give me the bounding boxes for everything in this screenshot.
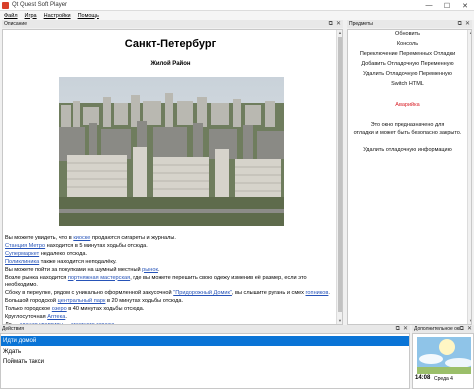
description-text-span: также находится неподалёку. <box>39 258 117 265</box>
description-text-span: продаются сигареты и журналы. <box>90 235 176 241</box>
description-text-span: в 40 минутах ходьбы отсюда. <box>66 306 145 313</box>
scroll-up-icon[interactable]: ▲ <box>468 30 471 36</box>
item-refresh[interactable]: Обновить <box>348 31 467 37</box>
description-text-span: . <box>157 266 160 273</box>
scrollbar-thumb[interactable] <box>338 37 342 312</box>
close-icon[interactable]: ✕ <box>336 20 341 28</box>
description-link[interactable]: Аптека <box>47 314 65 320</box>
action-catch-taxi[interactable]: Поймать такси <box>1 357 409 367</box>
description-pane-title: Описание <box>4 21 28 27</box>
items-scrollbar[interactable]: ▲ ▼ <box>467 30 471 324</box>
description-line: Вы можете увидеть, что в киоске продаютс… <box>5 235 335 243</box>
extra-pane-header: Дополнительное окно ⧉ ✕ <box>412 325 474 333</box>
menubar: Файл Игра Настройки Помощь <box>0 11 474 20</box>
scroll-up-icon[interactable]: ▲ <box>337 30 342 36</box>
description-text: Вы можете увидеть, что в киоске продаютс… <box>5 235 335 324</box>
close-button[interactable]: ✕ <box>456 0 474 11</box>
item-remove-debug-info[interactable]: Удалить отладочную информацию <box>348 147 467 153</box>
item-add-debug-var[interactable]: Добавить Отладочную Переменную <box>348 61 467 67</box>
action-wait[interactable]: Ждать <box>1 347 409 357</box>
extra-pane: 14:08 Среда 4 <box>412 333 474 389</box>
description-text-span: недалеко отсюда. <box>39 250 87 257</box>
description-text-span: . <box>328 290 330 297</box>
item-emergency[interactable]: Аварийка <box>348 102 467 108</box>
extra-pane-title: Дополнительное окно <box>414 326 460 332</box>
menu-settings[interactable]: Настройки <box>44 13 71 19</box>
scroll-down-icon[interactable]: ▼ <box>337 318 342 324</box>
maximize-button[interactable]: ☐ <box>438 0 456 11</box>
description-text-span: находится в 5 минутах ходьбы отсюда. <box>45 242 148 249</box>
description-line: Поликлиника также находится неподалёку. <box>5 259 335 267</box>
description-link[interactable]: рынок <box>142 267 158 273</box>
description-text-span: . <box>65 314 67 321</box>
actions-pane: Идти домой Ждать Поймать такси <box>0 333 410 389</box>
description-text-span: Большой городской <box>5 298 58 305</box>
page-subtitle: Жилой Район <box>150 61 191 67</box>
debug-note-line-2: отладки и может быть безопасно закрыто. <box>353 130 462 136</box>
window-titlebar: Qt Quest Soft Player — ☐ ✕ <box>0 0 474 11</box>
items-pane-title: Предметы <box>349 21 373 27</box>
description-line: Большой городской центральный парк в 20 … <box>5 298 335 306</box>
menu-game[interactable]: Игра <box>25 13 37 19</box>
description-link[interactable]: портняжная мастерская <box>68 275 130 281</box>
window-controls: — ☐ ✕ <box>420 0 474 11</box>
game-time: 14:08 <box>415 375 431 381</box>
game-day: Среда 4 <box>434 376 453 382</box>
description-text-span: Сбоку в переулке, рядом с уникально офор… <box>5 290 174 297</box>
item-remove-debug-var[interactable]: Удалить Отладочную Переменную <box>348 71 467 77</box>
actions-pane-header: Действия ⧉ ✕ <box>0 325 410 333</box>
description-link[interactable]: киоске <box>73 235 90 241</box>
description-link[interactable]: Станция Метро <box>5 243 45 249</box>
district-photo <box>59 77 284 226</box>
app-icon <box>2 1 9 9</box>
description-line: Возле рынка находится портняжная мастерс… <box>5 275 335 291</box>
description-link[interactable]: Поликлиника <box>5 259 39 265</box>
menu-file[interactable]: Файл <box>4 13 18 19</box>
action-go-home[interactable]: Идти домой <box>1 336 409 346</box>
description-link[interactable]: Супермаркет <box>5 251 39 257</box>
description-text-span: в 20 минутах ходьбы отсюда. <box>105 298 184 305</box>
description-pane: Санкт-Петербург Жилой Район Вы можете ув… <box>2 29 343 325</box>
close-icon[interactable]: ✕ <box>465 20 470 28</box>
items-pane: Обновить Консоль Переключение Переменных… <box>347 29 472 325</box>
sky-image <box>417 337 473 374</box>
float-icon[interactable]: ⧉ <box>460 325 464 333</box>
description-text-span: Возле рынка находится <box>5 274 68 281</box>
description-scrollbar[interactable]: ▲ ▼ <box>336 30 342 324</box>
item-toggle-debug-vars[interactable]: Переключение Переменных Отладки <box>348 51 467 57</box>
items-pane-header: Предметы ⧉ ✕ <box>347 20 472 28</box>
scroll-down-icon[interactable]: ▼ <box>468 318 471 324</box>
window-title: Qt Quest Soft Player <box>12 2 68 8</box>
description-text-span: , вы слышите ругань и смех <box>231 290 306 297</box>
description-line: Только городское озеро в 40 минутах ходь… <box>5 306 335 314</box>
description-pane-header: Описание ⧉ ✕ <box>2 20 343 28</box>
debug-note-line-1: Это окно предназначено для <box>370 122 445 128</box>
description-line: Круглосуточная Аптека. <box>5 314 335 322</box>
actions-pane-title: Действия <box>2 326 24 332</box>
close-icon[interactable]: ✕ <box>403 325 408 333</box>
menu-help[interactable]: Помощь <box>78 13 99 19</box>
description-text-span: Вы можете увидеть, что в <box>5 235 74 241</box>
close-icon[interactable]: ✕ <box>467 325 472 333</box>
minimize-button[interactable]: — <box>420 0 438 11</box>
float-icon[interactable]: ⧉ <box>458 20 462 28</box>
float-icon[interactable]: ⧉ <box>396 325 400 333</box>
description-line: Вы можете пойти за покупками на шумный м… <box>5 267 335 275</box>
description-link[interactable]: озеро <box>52 306 67 312</box>
description-text-span: Круглосуточная <box>5 314 48 321</box>
description-link[interactable]: гопников <box>306 290 329 296</box>
float-icon[interactable]: ⧉ <box>329 20 333 28</box>
description-text-span: Только городское <box>5 306 52 313</box>
description-text-span: Вы можете пойти за покупками на шумный м… <box>5 266 143 273</box>
item-console[interactable]: Консоль <box>348 41 467 47</box>
item-switch-html[interactable]: Switch HTML <box>348 81 467 87</box>
description-link[interactable]: центральный парк <box>58 298 106 304</box>
page-title: Санкт-Петербург <box>124 38 217 50</box>
description-line: Станция Метро находится в 5 минутах ходь… <box>5 243 335 251</box>
description-link[interactable]: "Придорожный Домик" <box>173 290 232 296</box>
description-line: Супермаркет недалеко отсюда. <box>5 251 335 259</box>
